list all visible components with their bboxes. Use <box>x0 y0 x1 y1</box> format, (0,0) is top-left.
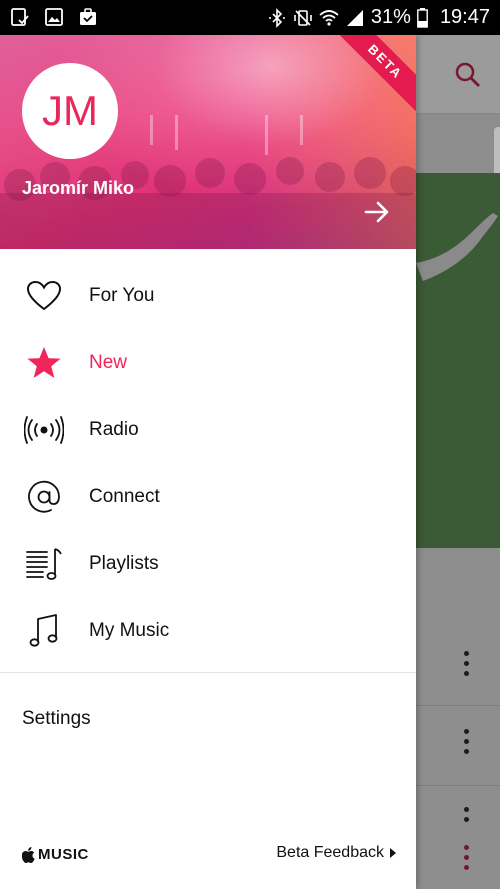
background-list <box>416 560 500 889</box>
menu-item-for-you[interactable]: For You <box>0 262 416 329</box>
apple-music-text: MUSIC <box>38 846 89 863</box>
divider <box>0 672 416 673</box>
drawer-menu: For You New Radio Connect Playlists My M… <box>0 262 416 664</box>
search-icon <box>455 62 480 87</box>
menu-item-my-music[interactable]: My Music <box>0 597 416 664</box>
menu-item-label: My Music <box>89 619 170 641</box>
menu-item-radio[interactable]: Radio <box>0 396 416 463</box>
menu-item-label: Radio <box>89 418 139 440</box>
beta-feedback-link[interactable]: Beta Feedback <box>276 844 396 862</box>
battery-percent: 31% <box>370 6 411 28</box>
menu-item-label: Playlists <box>89 552 159 574</box>
drawer-footer: MUSIC Beta Feedback <box>0 841 416 871</box>
more-options-icon[interactable] <box>464 729 470 759</box>
vibrate-mute-icon <box>294 9 312 26</box>
menu-item-new[interactable]: New <box>0 329 416 396</box>
settings-link[interactable]: Settings <box>22 708 91 730</box>
briefcase-icon <box>80 8 96 25</box>
more-options-icon[interactable] <box>464 807 470 827</box>
menu-item-connect[interactable]: Connect <box>0 463 416 530</box>
menu-item-playlists[interactable]: Playlists <box>0 530 416 597</box>
wifi-icon <box>319 9 339 26</box>
apple-icon <box>22 846 35 863</box>
background-app[interactable] <box>416 35 500 889</box>
divider <box>416 113 500 114</box>
more-options-icon[interactable] <box>464 651 470 681</box>
heart-icon <box>24 276 64 316</box>
playlist-icon <box>24 544 64 584</box>
chevron-right-icon <box>390 848 396 858</box>
user-name: Jaromír Miko <box>22 178 135 198</box>
menu-item-label: New <box>89 351 128 373</box>
artwork-image <box>416 173 500 548</box>
clock: 19:47 <box>439 6 490 28</box>
menu-item-label: For You <box>89 284 155 306</box>
artwork-figure <box>416 213 498 281</box>
avatar[interactable]: JM <box>22 63 118 159</box>
at-sign-icon <box>24 477 64 517</box>
notification-check-icon <box>11 8 29 26</box>
radio-broadcast-icon <box>24 410 64 450</box>
bluetooth-icon <box>268 7 285 28</box>
divider <box>416 705 500 706</box>
battery-icon <box>417 7 428 28</box>
image-icon <box>45 8 63 26</box>
star-icon <box>24 343 64 383</box>
more-options-icon[interactable] <box>464 845 470 875</box>
signal-icon <box>346 9 363 26</box>
drawer-header[interactable]: BETA JM Jaromír Miko <box>0 35 416 249</box>
navigation-drawer: BETA JM Jaromír Miko For You New Radio C… <box>0 35 416 889</box>
beta-feedback-label: Beta Feedback <box>276 844 384 861</box>
apple-music-logo: MUSIC <box>22 846 89 863</box>
arrow-right-icon[interactable] <box>362 197 392 227</box>
music-note-icon <box>24 611 64 651</box>
status-bar: 31% 19:47 <box>0 0 500 35</box>
divider <box>416 785 500 786</box>
menu-item-label: Connect <box>89 485 160 507</box>
